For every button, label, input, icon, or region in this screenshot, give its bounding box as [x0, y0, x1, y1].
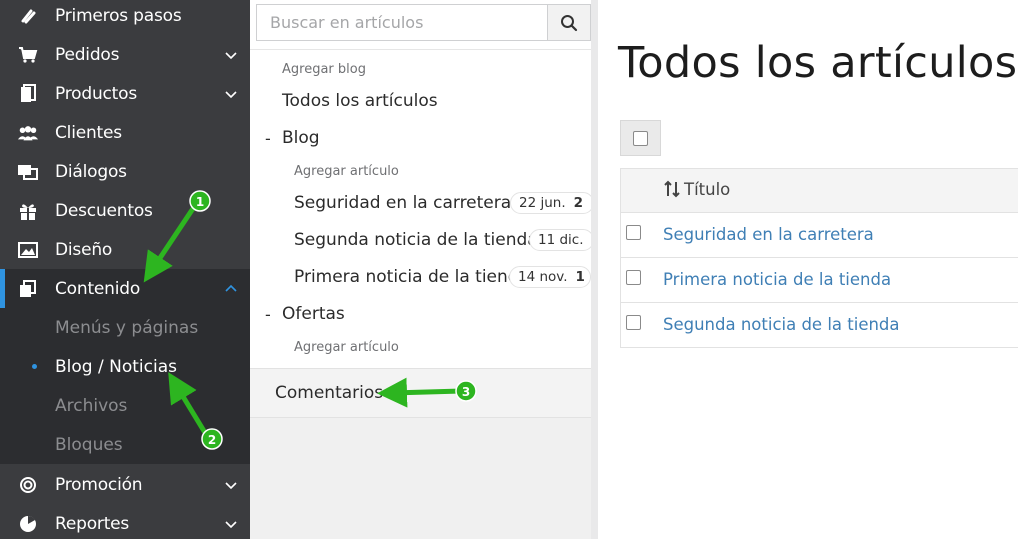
- row-checkbox[interactable]: [626, 225, 641, 240]
- articles-main: Todos los artículos Título Seguridad en …: [598, 0, 1018, 539]
- current-dot: [32, 364, 37, 369]
- book-icon: [17, 83, 39, 105]
- active-indicator: [0, 269, 5, 308]
- nav-clientes[interactable]: Clientes: [0, 113, 250, 152]
- badge-date: 11 dic.: [538, 232, 584, 248]
- search-icon: [561, 14, 578, 31]
- badge-date: 14 nov.: [518, 269, 568, 285]
- nav-label: Reportes: [55, 513, 130, 534]
- comments-item[interactable]: Comentarios: [250, 368, 591, 418]
- table-row: Segunda noticia de la tienda: [620, 303, 1018, 348]
- sub-blog-noticias[interactable]: Blog / Noticias: [0, 347, 250, 386]
- nav-diseno[interactable]: Diseño: [0, 230, 250, 269]
- nav-dialogos[interactable]: Diálogos: [0, 152, 250, 191]
- chevron-down-icon: [225, 481, 237, 489]
- row-checkbox[interactable]: [626, 315, 641, 330]
- badge-count: 1: [575, 269, 585, 285]
- date-badge: 14 nov. 1: [509, 266, 591, 288]
- nav-label: Primeros pasos: [55, 5, 182, 26]
- users-icon: [17, 122, 39, 144]
- gift-icon: [17, 200, 39, 222]
- chevron-down-icon: [225, 51, 237, 59]
- sub-label: Blog / Noticias: [55, 356, 177, 377]
- offers-folder[interactable]: Ofertas: [282, 304, 345, 324]
- article-item[interactable]: Primera noticia de la tienda: [294, 267, 529, 287]
- pages-icon: [17, 278, 39, 300]
- image-icon: [17, 239, 39, 261]
- divider: [250, 49, 591, 50]
- chevron-up-icon: [225, 284, 237, 292]
- article-link[interactable]: Segunda noticia de la tienda: [663, 315, 900, 334]
- sub-label: Bloques: [55, 434, 123, 455]
- pie-chart-icon: [17, 513, 39, 535]
- nav-productos[interactable]: Productos: [0, 74, 250, 113]
- nav-pedidos[interactable]: Pedidos: [0, 35, 250, 74]
- chevron-down-icon: [225, 90, 237, 98]
- panel-background: [250, 418, 591, 539]
- target-icon: [17, 474, 39, 496]
- add-blog-link[interactable]: Agregar blog: [282, 62, 366, 77]
- rocket-icon: [17, 5, 39, 27]
- article-link[interactable]: Seguridad en la carretera: [663, 225, 874, 244]
- article-link[interactable]: Primera noticia de la tienda: [663, 270, 891, 289]
- comments-label: Comentarios: [275, 383, 384, 403]
- badge-count: 2: [573, 195, 584, 211]
- add-article-link[interactable]: Agregar artículo: [294, 164, 399, 179]
- date-badge: 11 dic.: [529, 229, 594, 251]
- panel-divider: [591, 0, 598, 539]
- nav-descuentos[interactable]: Descuentos: [0, 191, 250, 230]
- nav-label: Diseño: [55, 239, 113, 260]
- blog-tree-panel: Agregar blog Todos los artículos - Blog …: [250, 0, 594, 539]
- all-articles-link[interactable]: Todos los artículos: [282, 91, 438, 111]
- date-badge: 22 jun. 2: [510, 192, 594, 214]
- table-header: Título: [620, 168, 1018, 213]
- cart-icon: [17, 44, 39, 66]
- page-title: Todos los artículos: [618, 38, 1018, 88]
- search-bar: [256, 4, 591, 41]
- search-button[interactable]: [547, 4, 591, 41]
- nav-contenido[interactable]: Contenido: [0, 269, 250, 308]
- badge-date: 22 jun.: [519, 195, 566, 211]
- article-item[interactable]: Seguridad en la carretera: [294, 193, 511, 213]
- nav-label: Contenido: [55, 278, 141, 299]
- nav-reportes[interactable]: Reportes: [0, 504, 250, 539]
- table-row: Primera noticia de la tienda: [620, 258, 1018, 303]
- select-all-checkbox[interactable]: [620, 120, 661, 156]
- checkbox[interactable]: [633, 130, 648, 146]
- nav-label: Pedidos: [55, 44, 120, 65]
- nav-label: Clientes: [55, 122, 122, 143]
- nav-label: Promoción: [55, 474, 143, 495]
- nav-label: Descuentos: [55, 200, 153, 221]
- articles-table: Título Seguridad en la carretera Primera…: [620, 168, 1018, 348]
- chevron-down-icon: [225, 520, 237, 528]
- add-article-link[interactable]: Agregar artículo: [294, 340, 399, 355]
- column-title[interactable]: Título: [684, 180, 730, 199]
- search-input[interactable]: [256, 4, 548, 41]
- collapse-toggle[interactable]: -: [265, 129, 271, 148]
- blog-folder[interactable]: Blog: [282, 128, 320, 148]
- row-checkbox[interactable]: [626, 270, 641, 285]
- nav-label: Productos: [55, 83, 138, 104]
- article-item[interactable]: Segunda noticia de la tienda: [294, 230, 538, 250]
- sub-bloques[interactable]: Bloques: [0, 425, 250, 464]
- nav-primeros-pasos[interactable]: Primeros pasos: [0, 0, 250, 35]
- sidebar: Primeros pasos Pedidos Productos Cliente…: [0, 0, 250, 539]
- sort-icon[interactable]: [663, 180, 681, 198]
- collapse-toggle[interactable]: -: [265, 305, 271, 324]
- table-row: Seguridad en la carretera: [620, 213, 1018, 258]
- nav-label: Diálogos: [55, 161, 127, 182]
- chat-icon: [17, 161, 39, 183]
- nav-promocion[interactable]: Promoción: [0, 465, 250, 504]
- sub-archivos[interactable]: Archivos: [0, 386, 250, 425]
- sub-menus-paginas[interactable]: Menús y páginas: [0, 308, 250, 347]
- sub-label: Archivos: [55, 395, 128, 416]
- sub-label: Menús y páginas: [55, 317, 199, 338]
